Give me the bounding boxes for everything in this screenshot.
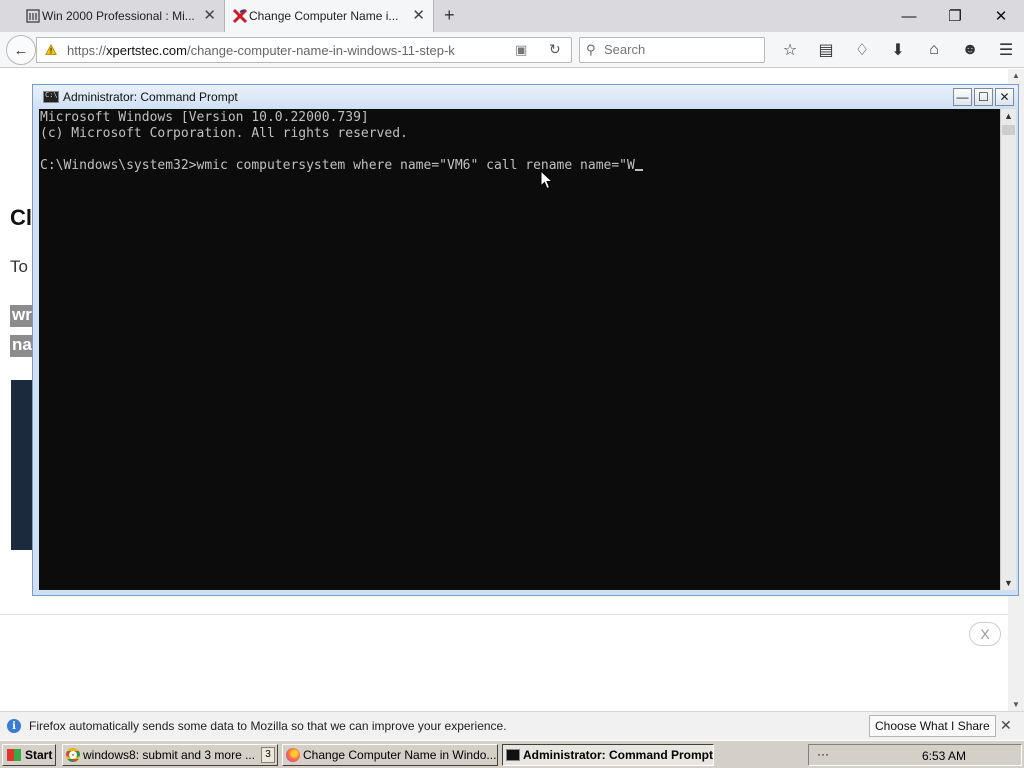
close-button[interactable]: ✕ [978, 0, 1024, 32]
search-box[interactable]: ⚲ [579, 37, 765, 63]
archive-favicon-icon [26, 9, 40, 23]
command-prompt-window[interactable]: Administrator: Command Prompt ― ☐ ✕ Micr… [32, 84, 1019, 596]
console-line: Microsoft Windows [Version 10.0.22000.73… [40, 110, 369, 125]
notification-bar: i Firefox automatically sends some data … [0, 711, 1024, 740]
navigation-toolbar: ← https://xpertstec.com/change-computer-… [0, 32, 1024, 68]
cmd-window-controls: ― ☐ ✕ [953, 88, 1014, 106]
window-count-badge: 3 [261, 747, 275, 763]
restore-button[interactable]: ❐ [932, 0, 978, 32]
scroll-up-icon[interactable]: ▲ [1004, 111, 1013, 121]
new-tab-icon[interactable]: + [444, 6, 455, 24]
info-warning-icon[interactable] [45, 43, 57, 57]
cmd-scrollbar[interactable]: ▲ ▼ [1000, 109, 1016, 590]
taskbar-button-cmd[interactable]: Administrator: Command Prompt [502, 744, 714, 766]
url-bar[interactable]: https://xpertstec.com/change-computer-na… [36, 37, 572, 63]
start-button[interactable]: Start [2, 744, 56, 766]
code-snippet: na [10, 335, 34, 357]
taskbar-button-label: windows8: submit and 3 more ... [83, 748, 256, 762]
search-icon: ⚲ [586, 42, 596, 57]
tab-title: Change Computer Name i... [249, 9, 399, 23]
library-icon[interactable]: ▤ [808, 38, 844, 62]
mouse-pointer-icon [540, 170, 554, 190]
search-input[interactable] [604, 42, 754, 57]
clock[interactable]: 6:53 AM [922, 749, 966, 763]
taskbar-button-firefox[interactable]: Change Computer Name in Windo... [282, 744, 498, 766]
ad-close-button[interactable]: X [969, 622, 1001, 646]
chrome-icon [66, 748, 80, 762]
cmd-close-button[interactable]: ✕ [995, 88, 1014, 106]
article-text: To [10, 257, 28, 276]
toolbar-icons: ☆ ▤ ♢ ⬇ ⌂ ☻ ☰ [772, 38, 1024, 62]
cmd-title: Administrator: Command Prompt [63, 90, 238, 104]
code-snippet: wr [10, 305, 34, 327]
notification-message: Firefox automatically sends some data to… [29, 719, 507, 733]
tab-strip: Win 2000 Professional : Mi... ✕ Change C… [0, 0, 1024, 32]
console-output[interactable]: Microsoft Windows [Version 10.0.22000.73… [39, 109, 1000, 590]
cmd-minimize-button[interactable]: ― [953, 88, 972, 106]
system-tray: ··· 6:53 AM [808, 744, 1022, 766]
cmd-app-icon [43, 91, 59, 103]
scroll-thumb[interactable] [1002, 125, 1015, 135]
choose-what-i-share-button[interactable]: Choose What I Share [869, 715, 996, 737]
article-heading: Cl [10, 205, 32, 230]
back-arrow-icon[interactable]: ← [6, 35, 36, 65]
close-icon[interactable]: ✕ [1000, 717, 1012, 734]
scroll-down-icon[interactable]: ▼ [1012, 700, 1020, 709]
pocket-icon[interactable]: ♢ [844, 38, 880, 62]
tab-close-icon[interactable]: ✕ [412, 8, 425, 24]
cmd-icon [506, 749, 520, 761]
reload-icon[interactable]: ↻ [549, 41, 561, 58]
text-cursor [634, 169, 643, 171]
console-line: (c) Microsoft Corporation. All rights re… [40, 126, 408, 141]
menu-icon[interactable]: ☰ [988, 38, 1024, 62]
minimize-button[interactable]: — [886, 0, 932, 32]
firefox-icon [286, 748, 300, 762]
url-text[interactable]: https://xpertstec.com/change-computer-na… [67, 43, 507, 58]
reader-view-icon[interactable]: ▣ [515, 42, 527, 58]
smiley-icon[interactable]: ☻ [952, 38, 988, 62]
home-icon[interactable]: ⌂ [916, 38, 952, 62]
taskbar-button-label: Change Computer Name in Windo... [303, 748, 497, 762]
cmd-titlebar[interactable]: Administrator: Command Prompt ― ☐ ✕ [33, 85, 1018, 109]
taskbar: Start windows8: submit and 3 more ... 3 … [0, 740, 1024, 768]
scroll-down-icon[interactable]: ▼ [1004, 578, 1013, 588]
tray-overflow-icon[interactable]: ··· [817, 747, 829, 761]
start-label: Start [25, 748, 53, 762]
scroll-up-icon[interactable]: ▲ [1012, 71, 1020, 80]
tab-title: Win 2000 Professional : Mi... [42, 9, 195, 23]
taskbar-button-chrome[interactable]: windows8: submit and 3 more ... 3 [62, 744, 278, 766]
tab-close-icon[interactable]: ✕ [203, 8, 216, 24]
xpertstec-favicon-icon [233, 9, 247, 23]
windows-logo-icon [7, 749, 21, 761]
window-controls: — ❐ ✕ [886, 0, 1024, 32]
download-icon[interactable]: ⬇ [880, 38, 916, 62]
tab-win2000[interactable]: Win 2000 Professional : Mi... ✕ [18, 0, 224, 32]
taskbar-button-label: Administrator: Command Prompt [523, 748, 714, 762]
bookmark-star-icon[interactable]: ☆ [772, 38, 808, 62]
info-icon: i [7, 719, 21, 733]
divider [0, 614, 1008, 615]
tab-change-computer-name[interactable]: Change Computer Name i... ✕ [224, 0, 434, 32]
cmd-maximize-button[interactable]: ☐ [974, 88, 993, 106]
